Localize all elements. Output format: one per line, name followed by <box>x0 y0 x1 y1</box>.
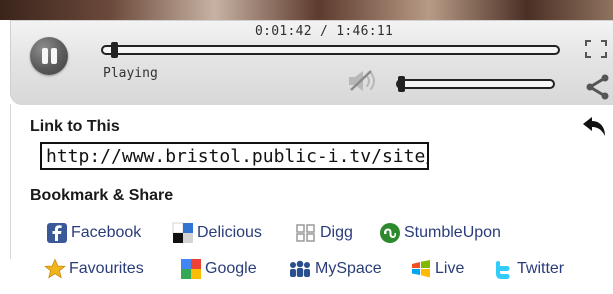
share-label-stumbleupon: StumbleUpon <box>404 224 501 241</box>
share-label-google: Google <box>205 260 257 277</box>
share-stumbleupon[interactable]: StumbleUpon <box>379 222 501 244</box>
digg-icon <box>296 224 315 242</box>
share-google[interactable]: Google <box>180 258 257 280</box>
stumbleupon-icon <box>380 223 400 243</box>
share-twitter[interactable]: Twitter <box>492 258 564 280</box>
progress-bar[interactable] <box>101 45 560 55</box>
windows-live-icon <box>412 260 430 278</box>
pause-icon <box>42 48 48 64</box>
video-frame-strip <box>0 0 613 20</box>
twitter-icon <box>496 261 510 279</box>
pause-icon-bar <box>51 48 57 64</box>
share-label-live: Live <box>435 260 465 277</box>
share-myspace[interactable]: MySpace <box>288 258 382 280</box>
share-favourites[interactable]: Favourites <box>44 258 144 280</box>
back-arrow-icon[interactable] <box>580 114 608 140</box>
share-label-delicious: Delicious <box>197 224 262 241</box>
share-label-digg: Digg <box>320 224 353 241</box>
bookmark-heading: Bookmark & Share <box>30 187 174 204</box>
pause-button[interactable] <box>30 37 68 75</box>
link-url-field[interactable]: http://www.bristol.public-i.tv/site/p <box>40 142 429 170</box>
share-digg[interactable]: Digg <box>295 222 353 244</box>
progress-thumb[interactable] <box>111 42 119 58</box>
share-label-twitter: Twitter <box>517 260 565 277</box>
delicious-icon <box>172 222 193 243</box>
share-label-myspace: MySpace <box>315 260 382 277</box>
share-live[interactable]: Live <box>410 258 464 280</box>
playback-status: Playing <box>103 66 158 81</box>
share-label-favourites: Favourites <box>69 260 144 277</box>
volume-slider[interactable] <box>396 79 555 89</box>
share-label-facebook: Facebook <box>71 224 142 241</box>
share-delicious[interactable]: Delicious <box>172 222 262 244</box>
time-readout: 0:01:42 / 1:46:11 <box>255 24 394 39</box>
share-icon[interactable] <box>585 72 611 102</box>
panel-edge <box>10 104 11 259</box>
share-facebook[interactable]: Facebook <box>46 222 141 244</box>
facebook-icon <box>47 223 67 243</box>
myspace-icon <box>290 260 310 277</box>
fullscreen-icon[interactable] <box>583 38 609 60</box>
link-heading: Link to This <box>30 118 120 135</box>
google-icon <box>181 259 201 279</box>
speaker-muted-icon[interactable] <box>345 68 383 94</box>
star-icon <box>44 258 66 279</box>
volume-thumb[interactable] <box>398 76 405 92</box>
